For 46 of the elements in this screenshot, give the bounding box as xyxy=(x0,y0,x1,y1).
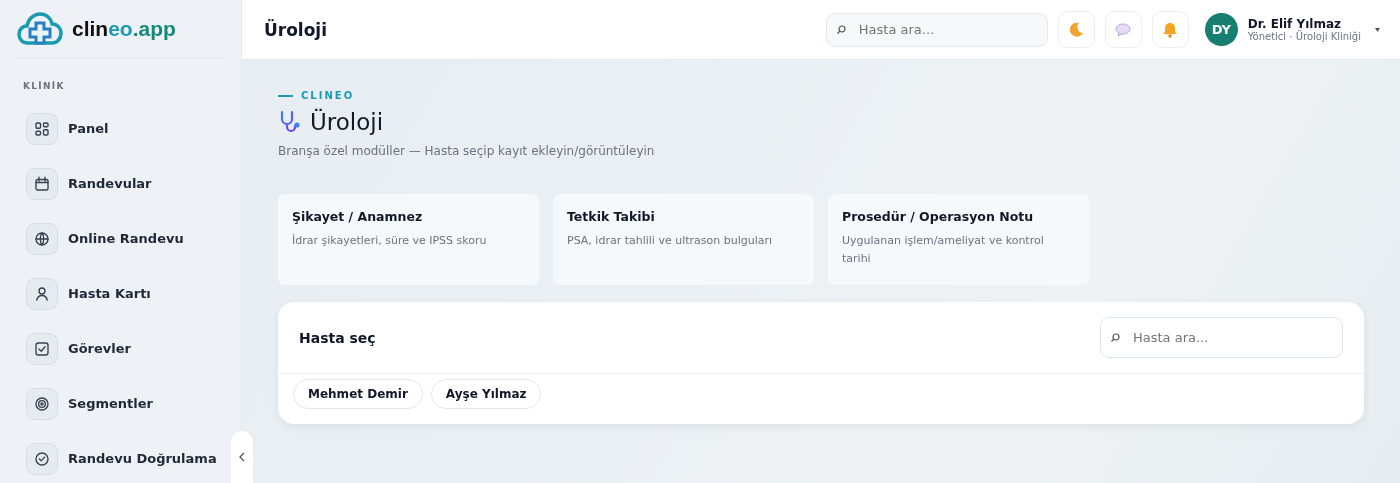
patient-search-field[interactable]: Hasta ara... xyxy=(1100,317,1343,358)
search-field[interactable]: Hasta ara... xyxy=(825,12,1048,47)
nav-icon xyxy=(33,394,51,413)
speech-bubble-icon xyxy=(1115,22,1132,37)
chevron-left-icon xyxy=(238,452,246,462)
theme-button[interactable] xyxy=(1057,11,1095,48)
nav-icon xyxy=(33,339,51,358)
eyebrow-label: CLINEO xyxy=(301,90,355,101)
nav-icon xyxy=(33,119,51,138)
module-title: Prosedür / Operasyon Notu xyxy=(842,209,1035,224)
nav-item[interactable]: Hasta Kartı xyxy=(16,266,225,321)
nav-icon xyxy=(33,229,51,248)
bell-icon xyxy=(1162,21,1179,38)
user-role: Yönetici · Üroloji Kliniği xyxy=(1247,31,1361,42)
collapse-button[interactable] xyxy=(231,431,253,483)
nav-item[interactable]: Randevular xyxy=(16,156,225,211)
avatar[interactable]: DY xyxy=(1204,13,1238,46)
patient-chip[interactable]: Ayşe Yılmaz xyxy=(430,379,542,409)
module-card[interactable]: Prosedür / Operasyon Notu Uygulanan işlem/ameliyat ve kontrol tarihi xyxy=(828,194,1089,285)
nav-icon xyxy=(33,449,51,468)
module-description: PSA, idrar tahlili ve ultrason bulguları xyxy=(567,233,774,249)
nav-item[interactable]: Randevu Doğrulama xyxy=(16,431,225,483)
module-title: Şikayet / Anamnez xyxy=(292,209,424,224)
nav-item[interactable]: Görevler xyxy=(16,321,225,376)
nav-icon xyxy=(33,174,51,193)
page-title: Üroloji xyxy=(264,19,328,40)
patient-chip[interactable]: Mehmet Demir xyxy=(293,379,423,409)
messages-button[interactable] xyxy=(1104,11,1142,48)
module-description: İdrar şikayetleri, süre ve IPSS skoru xyxy=(292,233,488,249)
user-name: Dr. Elif Yılmaz xyxy=(1247,17,1342,31)
nav-item[interactable]: Segmentler xyxy=(16,376,225,431)
section-label: KLİNİK xyxy=(23,81,66,91)
moon-icon xyxy=(1068,21,1085,38)
module-card[interactable]: Tetkik Takibi PSA, idrar tahlili ve ultrason bulguları xyxy=(553,194,814,285)
module-title: Tetkik Takibi xyxy=(567,209,656,224)
module-card[interactable]: Şikayet / Anamnez İdrar şikayetleri, süre ve IPSS skoru xyxy=(278,194,539,285)
notifications-button[interactable] xyxy=(1151,11,1189,48)
nav-item[interactable]: Panel xyxy=(16,101,225,156)
page-heading: Üroloji xyxy=(310,109,384,135)
logo-text: clineo.app xyxy=(72,17,176,41)
dropdown-caret-icon[interactable] xyxy=(1375,27,1380,32)
panel-title: Hasta seç xyxy=(299,329,376,346)
page-subtitle: Branşa özel modüller — Hasta seçip kayıt ekleyin/görüntüleyin xyxy=(278,144,656,158)
nav-item[interactable]: Online Randevu xyxy=(16,211,225,266)
module-description: Uygulanan işlem/ameliyat ve kontrol tarihi xyxy=(842,233,1045,267)
nav-icon xyxy=(33,284,51,303)
